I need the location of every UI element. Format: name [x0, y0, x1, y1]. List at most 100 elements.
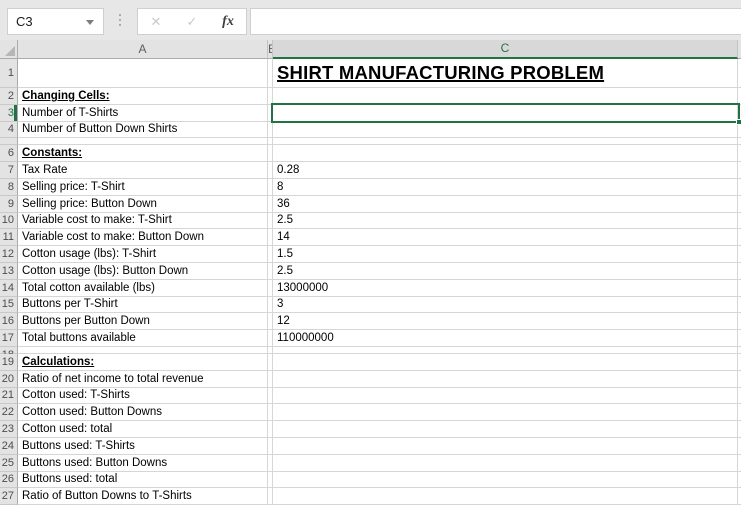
cell-A17[interactable]: Total buttons available	[18, 330, 268, 347]
cell-A11[interactable]: Variable cost to make: Button Down	[18, 229, 268, 247]
row-header-6[interactable]: 6	[0, 145, 18, 163]
cell-A24[interactable]: Buttons used: T-Shirts	[18, 437, 268, 455]
row-header-4[interactable]: 4	[0, 121, 18, 139]
row-header-27[interactable]: 27	[0, 488, 18, 506]
row-header-9[interactable]: 9	[0, 195, 18, 213]
cell-A21[interactable]: Cotton used: T-Shirts	[18, 387, 268, 405]
cell-C18[interactable]	[273, 346, 738, 354]
cell-A1[interactable]	[18, 59, 268, 88]
cell-C16[interactable]: 12	[273, 313, 738, 331]
row-header-10[interactable]: 10	[0, 212, 18, 230]
sheet-row: 26 Buttons used: total	[0, 471, 741, 489]
cell-A18[interactable]	[18, 346, 268, 354]
cell-C27[interactable]	[273, 488, 738, 506]
cell-C25[interactable]	[273, 454, 738, 472]
cell-C[interactable]	[273, 138, 738, 146]
cell-C22[interactable]	[273, 404, 738, 422]
cell-A9[interactable]: Selling price: Button Down	[18, 195, 268, 213]
row-header-1[interactable]: 1	[0, 59, 18, 88]
row-header-hidden[interactable]	[0, 138, 18, 146]
formula-bar-input[interactable]	[250, 8, 741, 35]
cell-A23[interactable]: Cotton used: total	[18, 421, 268, 438]
cell-C21[interactable]	[273, 387, 738, 405]
cell-A4[interactable]: Number of Button Down Shirts	[18, 121, 268, 139]
cell-C8[interactable]: 8	[273, 178, 738, 196]
row-header-22[interactable]: 22	[0, 404, 18, 422]
cell-C15[interactable]: 3	[273, 296, 738, 314]
name-box[interactable]: C3	[7, 8, 104, 35]
row-header-11[interactable]: 11	[0, 229, 18, 247]
row-header-23[interactable]: 23	[0, 421, 18, 438]
cell-C19[interactable]	[273, 353, 738, 371]
cell-C10[interactable]: 2.5	[273, 212, 738, 230]
cell-A3[interactable]: Number of T-Shirts	[18, 104, 268, 122]
row-header-26[interactable]: 26	[0, 471, 18, 489]
cell-A15[interactable]: Buttons per T-Shirt	[18, 296, 268, 314]
sheet-row: 3 Number of T-Shirts	[0, 104, 741, 122]
cell-A22[interactable]: Cotton used: Button Downs	[18, 404, 268, 422]
column-header-a[interactable]: A	[18, 40, 268, 59]
cell-A25[interactable]: Buttons used: Button Downs	[18, 454, 268, 472]
cell-C13[interactable]: 2.5	[273, 262, 738, 280]
row-header-12[interactable]: 12	[0, 246, 18, 263]
row-header-2[interactable]: 2	[0, 88, 18, 105]
sheet-row: 6 Constants:	[0, 145, 741, 163]
cell-A7[interactable]: Tax Rate	[18, 162, 268, 179]
cell-A13[interactable]: Cotton usage (lbs): Button Down	[18, 262, 268, 280]
cell-C17[interactable]: 110000000	[273, 330, 738, 347]
name-box-dropdown-icon[interactable]	[86, 20, 94, 25]
cell-C11[interactable]: 14	[273, 229, 738, 247]
cell-C14[interactable]: 13000000	[273, 279, 738, 297]
sheet-row: 11 Variable cost to make: Button Down 14	[0, 229, 741, 247]
column-header-c[interactable]: C	[273, 40, 738, 59]
row-header-20[interactable]: 20	[0, 370, 18, 388]
select-all-button[interactable]	[0, 40, 18, 59]
cancel-icon[interactable]: ✕	[138, 14, 174, 30]
cell-C4[interactable]	[273, 121, 738, 139]
column-headers: ABC	[0, 40, 741, 59]
cell-A20[interactable]: Ratio of net income to total revenue	[18, 370, 268, 388]
cell-A[interactable]	[18, 138, 268, 146]
row-header-25[interactable]: 25	[0, 454, 18, 472]
cell-A2[interactable]: Changing Cells:	[18, 88, 268, 105]
cell-A19[interactable]: Calculations:	[18, 353, 268, 371]
sheet-row: 19 Calculations:	[0, 353, 741, 371]
cell-A14[interactable]: Total cotton available (lbs)	[18, 279, 268, 297]
enter-icon[interactable]: ✓	[174, 14, 210, 30]
cell-A26[interactable]: Buttons used: total	[18, 471, 268, 489]
row-header-17[interactable]: 17	[0, 330, 18, 347]
row-header-16[interactable]: 16	[0, 313, 18, 331]
cell-C12[interactable]: 1.5	[273, 246, 738, 263]
cell-C24[interactable]	[273, 437, 738, 455]
cell-C7[interactable]: 0.28	[273, 162, 738, 179]
row-header-24[interactable]: 24	[0, 437, 18, 455]
cell-C20[interactable]	[273, 370, 738, 388]
fill-handle[interactable]	[736, 119, 741, 125]
cell-C2[interactable]	[273, 88, 738, 105]
row-header-7[interactable]: 7	[0, 162, 18, 179]
cell-C9[interactable]: 36	[273, 195, 738, 213]
cell-C23[interactable]	[273, 421, 738, 438]
row-header-13[interactable]: 13	[0, 262, 18, 280]
row-header-18[interactable]: 18	[0, 346, 18, 354]
cell-C3[interactable]	[273, 104, 738, 122]
cell-A10[interactable]: Variable cost to make: T-Shirt	[18, 212, 268, 230]
formula-buttons-panel: ✕ ✓ fx	[137, 8, 247, 35]
cell-A6[interactable]: Constants:	[18, 145, 268, 163]
cell-C1[interactable]: SHIRT MANUFACTURING PROBLEM	[273, 59, 738, 88]
row-header-15[interactable]: 15	[0, 296, 18, 314]
row-header-14[interactable]: 14	[0, 279, 18, 297]
cell-A12[interactable]: Cotton usage (lbs): T-Shirt	[18, 246, 268, 263]
cell-A16[interactable]: Buttons per Button Down	[18, 313, 268, 331]
row-header-8[interactable]: 8	[0, 178, 18, 196]
sheet-row: 27 Ratio of Button Downs to T-Shirts	[0, 488, 741, 506]
cell-A8[interactable]: Selling price: T-Shirt	[18, 178, 268, 196]
row-header-19[interactable]: 19	[0, 353, 18, 371]
cell-C26[interactable]	[273, 471, 738, 489]
row-header-3[interactable]: 3	[0, 104, 18, 122]
cell-C6[interactable]	[273, 145, 738, 163]
insert-function-icon[interactable]: fx	[210, 14, 246, 30]
cell-A27[interactable]: Ratio of Button Downs to T-Shirts	[18, 488, 268, 506]
row-header-21[interactable]: 21	[0, 387, 18, 405]
sheet-row: 15 Buttons per T-Shirt 3	[0, 296, 741, 314]
